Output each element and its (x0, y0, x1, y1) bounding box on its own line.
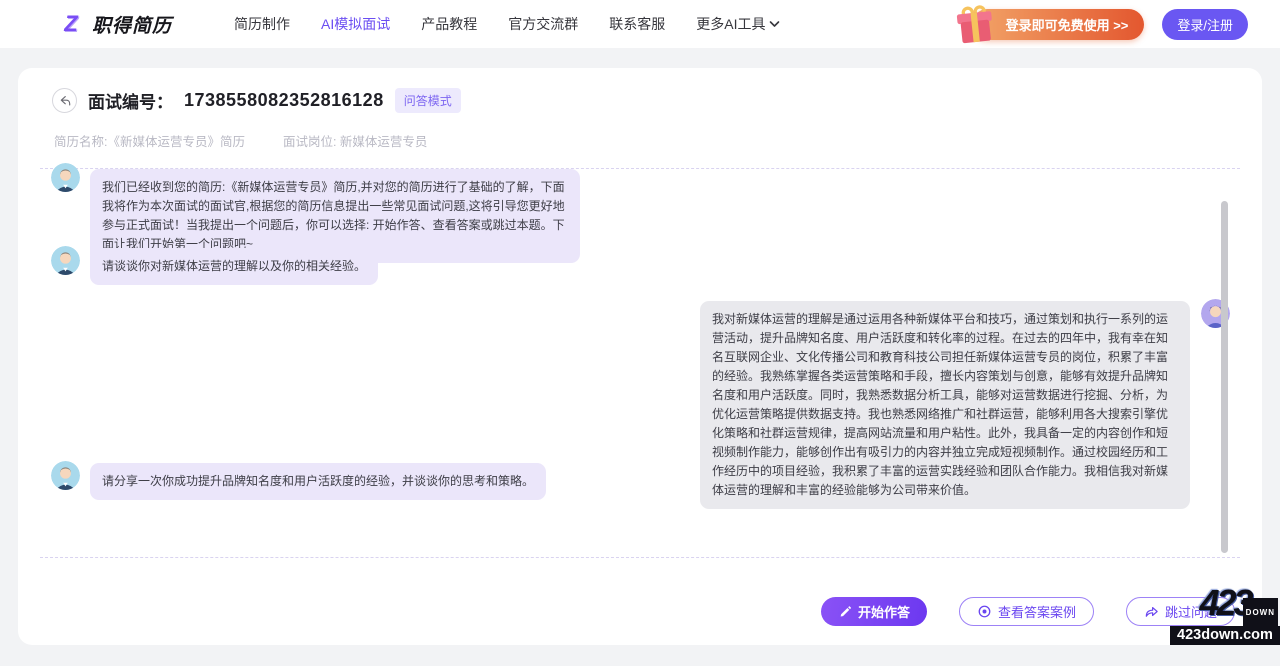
chevron-down-icon (769, 20, 780, 28)
eye-icon (977, 604, 992, 619)
chat-area: 我们已经收到您的简历:《新媒体运营专员》简历,并对您的简历进行了基础的了解，下面… (40, 168, 1240, 558)
watermark-logo: 423 DOWN (1170, 588, 1280, 626)
header-actions: 登录即可免费使用 >> 登录/注册 (972, 9, 1248, 40)
top-navbar: Z 职得简历 简历制作 AI模拟面试 产品教程 官方交流群 联系客服 更多AI工… (0, 0, 1280, 48)
free-login-banner[interactable]: 登录即可免费使用 >> (972, 9, 1145, 40)
interviewer-avatar (51, 246, 80, 275)
interview-number-label: 面试编号： (88, 88, 173, 113)
gift-icon (951, 0, 997, 46)
423down-watermark: 423 DOWN 423down.com (1170, 588, 1280, 645)
pencil-icon (838, 605, 852, 619)
interview-id: 1738558082352816128 (184, 90, 384, 111)
interview-position-label: 面试岗位: 新媒体运营专员 (283, 131, 427, 150)
chat-scrollbar[interactable] (1221, 201, 1228, 553)
nav-product-tutorial[interactable]: 产品教程 (421, 14, 477, 34)
interviewer-avatar (51, 163, 80, 192)
interview-title-row: 面试编号： 1738558082352816128 问答模式 (52, 88, 461, 113)
nav-more-ai-tools[interactable]: 更多AI工具 (696, 14, 780, 34)
logo-z-icon: Z (58, 12, 84, 36)
back-arrow-icon (58, 95, 71, 107)
back-button[interactable] (52, 88, 77, 113)
nav-contact-support[interactable]: 联系客服 (609, 14, 665, 34)
interview-panel: 面试编号： 1738558082352816128 问答模式 简历名称:《新媒体… (18, 68, 1262, 645)
view-answer-example-button[interactable]: 查看答案案例 (959, 597, 1094, 626)
nav-resume-builder[interactable]: 简历制作 (234, 14, 290, 34)
main-nav: 简历制作 AI模拟面试 产品教程 官方交流群 联系客服 更多AI工具 (234, 14, 780, 34)
qa-mode-badge: 问答模式 (395, 88, 461, 113)
login-register-button[interactable]: 登录/注册 (1162, 9, 1248, 40)
nav-more-ai-tools-label: 更多AI工具 (696, 14, 765, 34)
user-answer-bubble: 我对新媒体运营的理解是通过运用各种新媒体平台和技巧，通过策划和执行一系列的运营活… (700, 301, 1190, 509)
skip-forward-icon (1144, 604, 1159, 619)
nav-official-group[interactable]: 官方交流群 (508, 14, 578, 34)
watermark-site-url: 423down.com (1170, 626, 1280, 645)
view-answer-example-label: 查看答案案例 (998, 602, 1076, 621)
nav-ai-mock-interview[interactable]: AI模拟面试 (321, 14, 390, 34)
brand-logo[interactable]: Z 职得简历 (58, 11, 172, 38)
start-answer-button[interactable]: 开始作答 (821, 597, 927, 626)
login-register-label: 登录/注册 (1177, 15, 1233, 34)
free-login-banner-label: 登录即可免费使用 >> (1006, 15, 1129, 34)
resume-name-label: 简历名称:《新媒体运营专员》简历 (54, 131, 245, 150)
logo-text: 职得简历 (92, 11, 172, 38)
interview-meta-row: 简历名称:《新媒体运营专员》简历 面试岗位: 新媒体运营专员 (54, 131, 427, 150)
ai-question-bubble: 请谈谈你对新媒体运营的理解以及你的相关经验。 (90, 248, 378, 285)
interviewer-avatar (51, 461, 80, 490)
ai-question-bubble: 请分享一次你成功提升品牌知名度和用户活跃度的经验，并谈谈你的思考和策略。 (90, 463, 546, 500)
watermark-down-label: DOWN (1243, 598, 1278, 628)
start-answer-label: 开始作答 (858, 602, 910, 621)
